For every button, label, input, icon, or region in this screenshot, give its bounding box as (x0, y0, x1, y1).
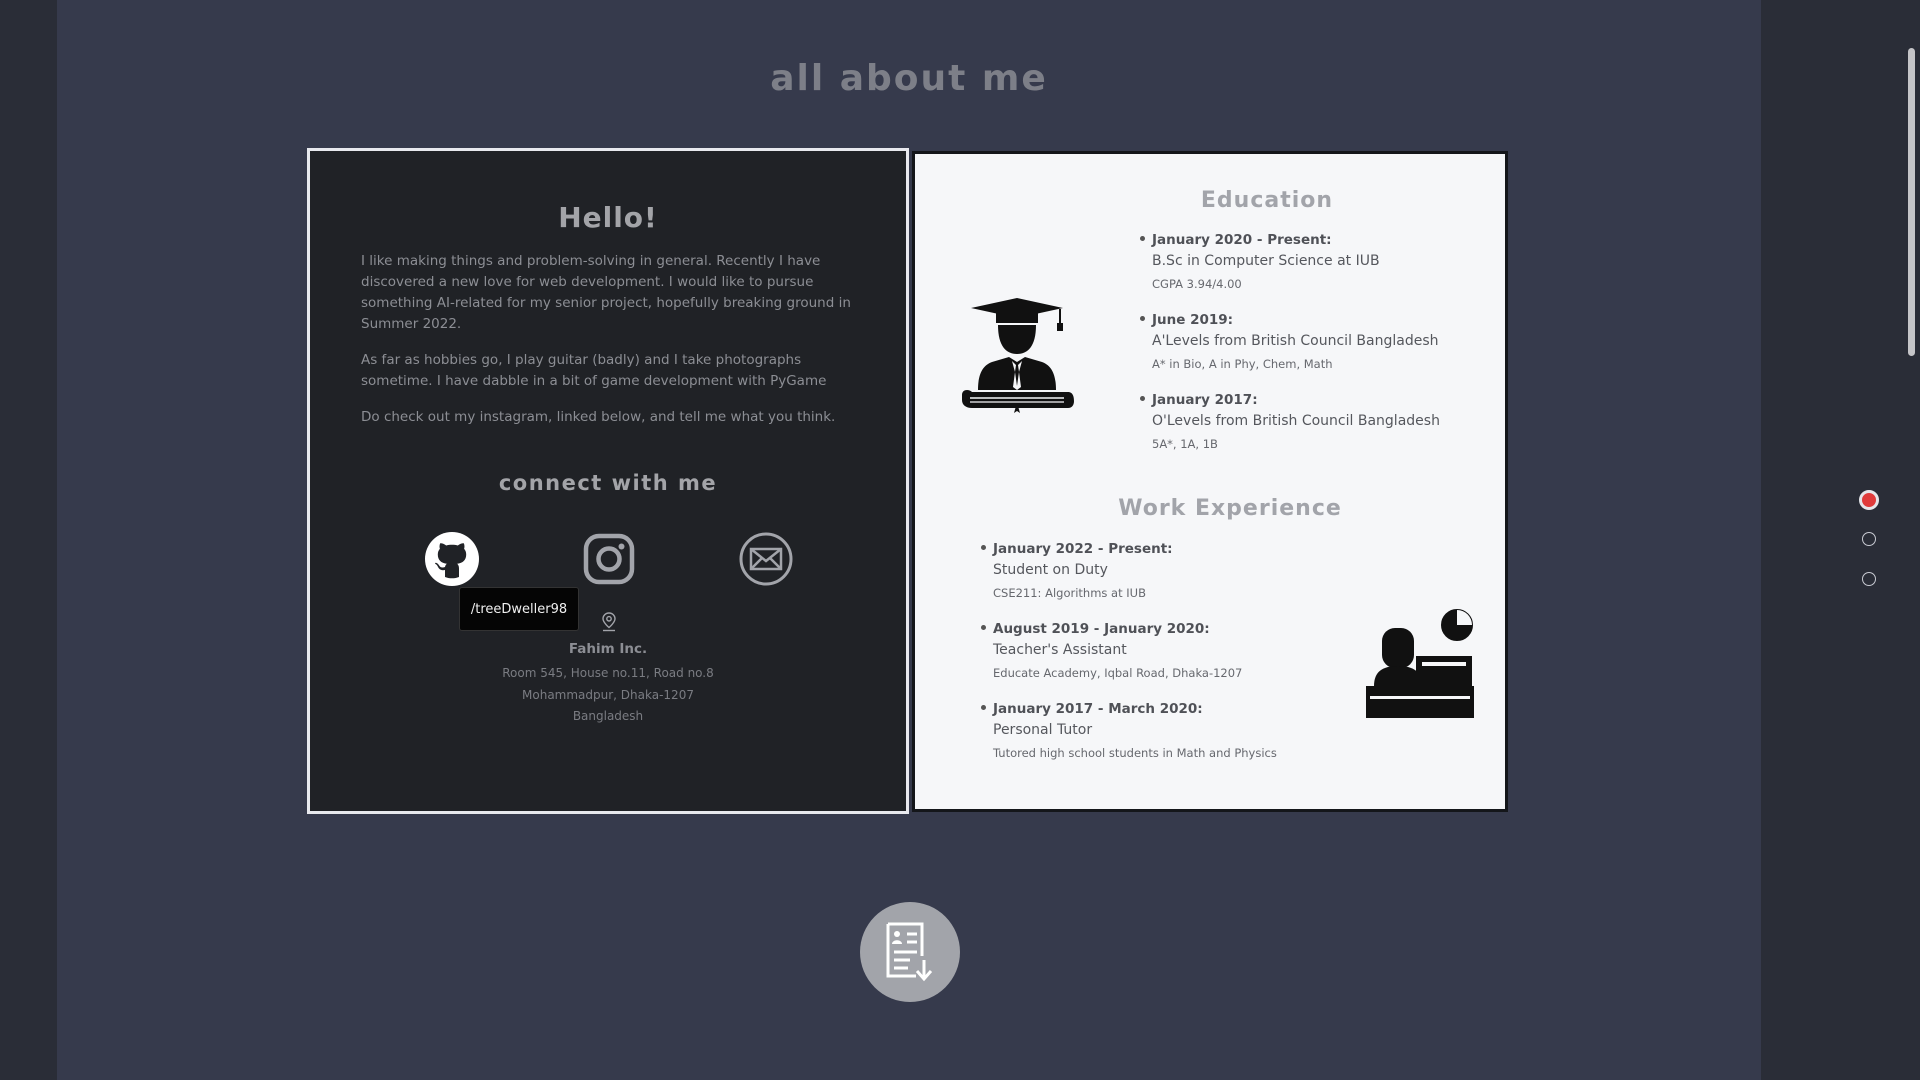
bullet (981, 625, 986, 630)
section-title: all about me (770, 58, 1048, 99)
address-line: Mohammadpur, Dhaka-1207 (522, 687, 694, 702)
hello-heading: Hello! (558, 201, 658, 234)
resume-download-icon (886, 922, 933, 982)
education-heading: Education (1200, 188, 1334, 213)
work-desk-icon (1366, 607, 1475, 718)
bio-paragraph: I like making things and problem-solving… (361, 253, 851, 332)
address-line: Room 545, House no.11, Road no.8 (502, 666, 714, 680)
work-date: August 2019 - January 2020: (993, 621, 1210, 637)
education-item: January 2017: O'Levels from British Coun… (1140, 390, 1472, 454)
bio-text: I like making things and problem-solving… (361, 251, 861, 443)
bio-paragraph: Do check out my instagram, linked below,… (361, 409, 836, 425)
work-title: Teacher's Assistant (993, 642, 1127, 658)
section-dot-1[interactable] (1859, 490, 1879, 510)
education-date: June 2019: (1152, 312, 1234, 328)
instagram-link[interactable] (581, 531, 637, 587)
work-item: August 2019 - January 2020: Teacher's As… (981, 619, 1353, 683)
about-card: Hello! I like making things and problem-… (307, 148, 909, 814)
education-item: June 2019: A'Levels from British Council… (1140, 310, 1472, 374)
education-note: CGPA 3.94/4.00 (1152, 277, 1242, 291)
company-name: Fahim Inc. (568, 641, 648, 657)
bullet (981, 705, 986, 710)
education-date: January 2017: (1152, 392, 1258, 408)
work-heading: Work Experience (1118, 496, 1342, 521)
social-tooltip: /treeDweller98 (459, 587, 579, 631)
education-title: B.Sc in Computer Science at IUB (1152, 253, 1380, 269)
work-date: January 2022 - Present: (993, 541, 1173, 557)
work-note: CSE211: Algorithms at IUB (993, 586, 1146, 600)
github-icon (425, 532, 479, 586)
connect-heading: connect with me (498, 471, 718, 495)
github-link[interactable] (424, 531, 480, 587)
bio-paragraph: As far as hobbies go, I play guitar (bad… (361, 352, 827, 389)
education-item: January 2020 - Present: B.Sc in Computer… (1140, 230, 1472, 294)
section-dot-3[interactable] (1862, 572, 1876, 586)
section-dot-2[interactable] (1862, 532, 1876, 546)
work-item: January 2017 - March 2020: Personal Tuto… (981, 699, 1353, 763)
instagram-icon (583, 533, 635, 585)
education-title: O'Levels from British Council Bangladesh (1152, 413, 1440, 429)
education-title: A'Levels from British Council Bangladesh (1152, 333, 1439, 349)
bullet (1140, 236, 1145, 241)
work-note: Educate Academy, Iqbal Road, Dhaka-1207 (993, 666, 1243, 680)
work-date: January 2017 - March 2020: (993, 701, 1203, 717)
about-section: all about me Hello! I like making things… (57, 0, 1761, 1080)
education-note: 5A*, 1A, 1B (1152, 437, 1218, 451)
bullet (1140, 396, 1145, 401)
education-date: January 2020 - Present: (1152, 232, 1332, 248)
mail-icon (739, 532, 793, 586)
work-title: Student on Duty (993, 562, 1108, 578)
scrollbar-thumb[interactable] (1908, 48, 1915, 356)
address-block: Fahim Inc. Room 545, House no.11, Road n… (310, 639, 906, 728)
graduate-icon (962, 298, 1074, 413)
resume-card: Education January 2020 - Present: B.Sc i… (912, 151, 1508, 812)
bullet (981, 545, 986, 550)
work-title: Personal Tutor (993, 722, 1093, 738)
email-link[interactable] (738, 531, 794, 587)
address-line: Bangladesh (572, 709, 644, 723)
bullet (1140, 316, 1145, 321)
download-resume-button[interactable] (860, 902, 960, 1002)
work-note: Tutored high school students in Math and… (993, 746, 1277, 760)
education-note: A* in Bio, A in Phy, Chem, Math (1152, 357, 1333, 371)
work-item: January 2022 - Present: Student on Duty … (981, 539, 1353, 603)
location-pin-icon (602, 612, 616, 632)
